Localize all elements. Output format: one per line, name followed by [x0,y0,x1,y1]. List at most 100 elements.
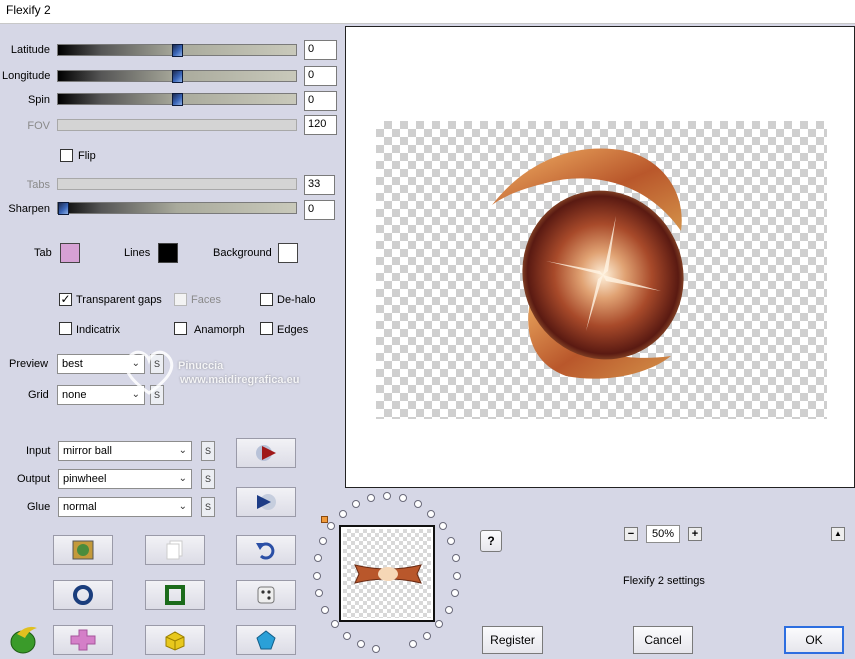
spin-slider-thumb[interactable] [172,93,183,106]
output-select-value: pinwheel [63,473,107,485]
navigator-handle[interactable] [321,605,330,614]
longitude-slider[interactable] [57,70,297,83]
ring-icon [73,585,93,605]
navigator-handle[interactable] [330,620,339,629]
indicatrix-label: Indicatrix [76,324,121,336]
navigator-handle[interactable] [338,509,347,518]
navigator-handle[interactable] [444,605,453,614]
gem-button[interactable] [236,625,296,655]
glue-swap-button[interactable]: S [201,497,215,517]
anamorph-checkbox[interactable] [174,322,187,335]
spin-slider[interactable] [57,93,297,106]
copy-button[interactable] [145,535,205,565]
navigator-handle[interactable] [409,640,418,649]
navigator-handle[interactable] [327,522,336,531]
latitude-input[interactable]: 0 [304,40,337,60]
output-swap-button[interactable]: S [201,469,215,489]
edges-checkbox[interactable] [260,322,273,335]
navigator-handle[interactable] [372,645,381,654]
longitude-slider-thumb[interactable] [172,70,183,83]
tabs-input: 33 [304,175,335,195]
sharpen-input[interactable]: 0 [304,200,335,220]
transparent-gaps-label: Transparent gaps [76,294,162,306]
navigator-handle[interactable] [446,537,455,546]
forward-button[interactable] [236,487,296,517]
spin-label: Spin [27,94,50,106]
lines-color-swatch[interactable] [158,243,178,263]
tab-color-swatch[interactable] [60,243,80,263]
navigator-handle[interactable] [319,537,328,546]
output-select-label: Output [17,473,51,485]
navigator-handle[interactable] [314,554,323,563]
cancel-button[interactable]: Cancel [633,626,693,654]
de-halo-label: De-halo [277,294,316,306]
scroll-up-button[interactable]: ▲ [831,527,845,541]
navigator-handle[interactable] [351,499,360,508]
navigator-handle[interactable] [435,620,444,629]
de-halo-checkbox[interactable] [260,293,273,306]
navigator-origin-marker [321,516,328,523]
chevron-down-icon: ⌄ [178,445,187,456]
flip-checkbox[interactable] [60,149,73,162]
longitude-label: Longitude [2,70,51,82]
undo-button[interactable] [236,535,296,565]
background-color-label: Background [213,247,272,259]
ok-button[interactable]: OK [784,626,844,654]
ring-button[interactable] [53,580,113,610]
navigator-handle[interactable] [438,522,447,531]
navigator-handle[interactable] [450,589,459,598]
random-dice-button[interactable] [236,580,296,610]
glue-select-label: Glue [27,501,51,513]
help-button[interactable]: ? [480,530,502,552]
chevron-down-icon: ⌄ [178,501,187,512]
navigator-handle[interactable] [383,492,391,500]
navigator-handle[interactable] [451,554,460,563]
spin-input[interactable]: 0 [304,91,337,111]
input-select[interactable]: mirror ball ⌄ [58,441,192,461]
navigator-handle[interactable] [356,640,365,649]
cube-button[interactable] [145,625,205,655]
random-image-button[interactable] [53,535,113,565]
play-icon [256,445,276,461]
latitude-slider-thumb[interactable] [172,44,183,57]
flexify-logo-icon [10,626,37,654]
longitude-input[interactable]: 0 [304,66,337,86]
flip-label: Flip [78,150,96,162]
cross-shape-button[interactable] [53,625,113,655]
glue-select[interactable]: normal ⌄ [58,497,192,517]
navigator-handle[interactable] [315,589,324,598]
background-color-swatch[interactable] [278,243,298,263]
latitude-label: Latitude [10,44,50,56]
navigator-handle[interactable] [367,494,376,503]
indicatrix-checkbox[interactable] [59,322,72,335]
latitude-slider[interactable] [57,44,297,57]
navigator-handle[interactable] [423,631,432,640]
navigator-handle[interactable] [414,499,423,508]
input-select-label: Input [26,445,51,457]
glue-select-value: normal [63,501,97,513]
sharpen-slider-thumb[interactable] [58,202,69,215]
navigator-handle[interactable] [342,631,351,640]
frame-button[interactable] [145,580,205,610]
zoom-level-field[interactable]: 50% [646,525,680,543]
play-button[interactable] [236,438,296,468]
navigator-handle[interactable] [452,571,461,580]
watermark-name: Pinuccia [178,360,224,372]
faces-checkbox [174,293,187,306]
navigator-handle[interactable] [313,571,322,580]
transparent-gaps-checkbox[interactable]: ✓ [59,293,72,306]
grid-select-label: Grid [28,389,49,401]
navigator-handle[interactable] [427,509,436,518]
output-select[interactable]: pinwheel ⌄ [58,469,192,489]
input-swap-button[interactable]: S [201,441,215,461]
navigator-handle[interactable] [398,494,407,503]
zoom-in-button[interactable]: + [688,527,702,541]
dice-icon [257,586,275,604]
fov-input: 120 [304,115,337,135]
sharpen-slider[interactable] [57,202,297,215]
zoom-out-button[interactable]: − [624,527,638,541]
anamorph-label: Anamorph [194,324,245,336]
register-button[interactable]: Register [482,626,543,654]
navigator-thumbnail[interactable] [339,525,435,622]
faces-label: Faces [191,294,221,306]
